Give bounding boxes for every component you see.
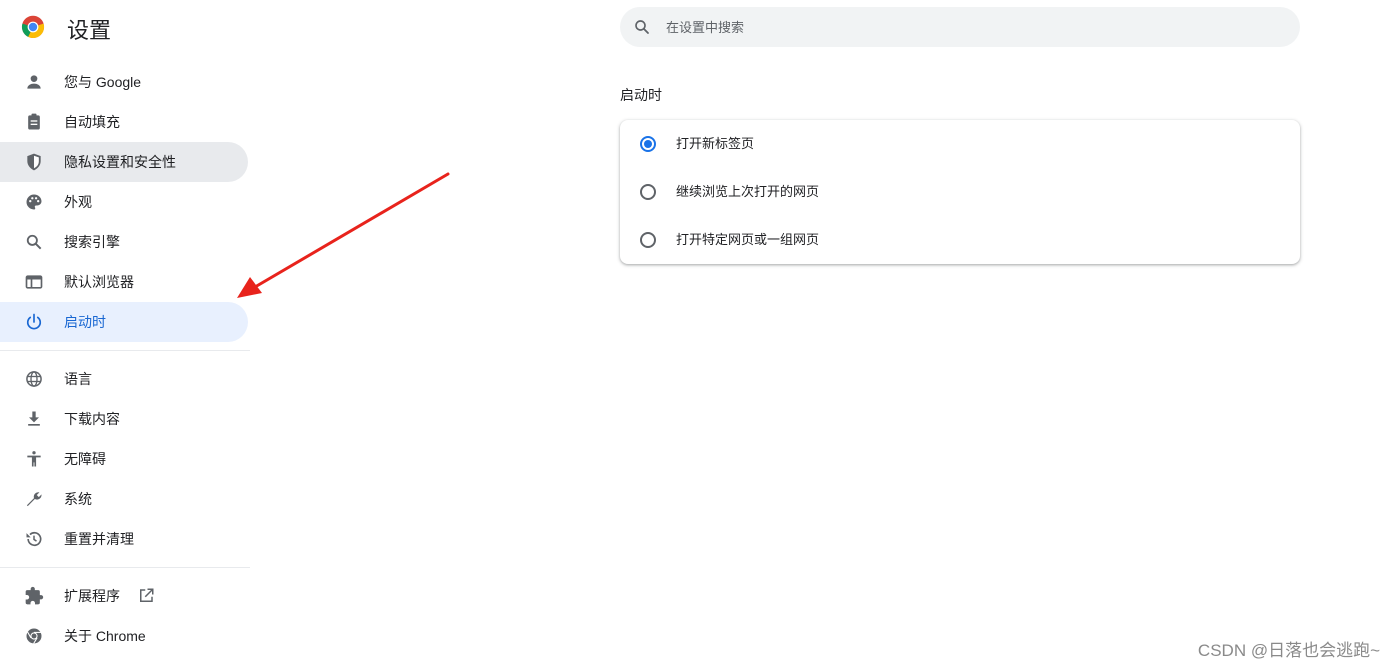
sidebar-item-languages[interactable]: 语言 bbox=[0, 359, 248, 399]
browser-icon bbox=[25, 275, 43, 289]
nav-divider bbox=[0, 567, 250, 568]
option-label: 继续浏览上次打开的网页 bbox=[676, 184, 820, 199]
sidebar-nav: 您与 Google 自动填充 隐私设置和安全性 外观 搜索引擎 默认浏览器 启动… bbox=[0, 62, 250, 656]
search-input[interactable] bbox=[666, 7, 1266, 47]
sidebar-item-label: 启动时 bbox=[64, 314, 106, 330]
watermark-text: CSDN @日落也会逃跑~ bbox=[1197, 641, 1380, 660]
sidebar-item-downloads[interactable]: 下载内容 bbox=[0, 399, 248, 439]
wrench-icon bbox=[26, 492, 42, 507]
startup-option-new-tab[interactable]: 打开新标签页 bbox=[620, 120, 1300, 168]
startup-option-specific-pages[interactable]: 打开特定网页或一组网页 bbox=[620, 216, 1300, 264]
open-external-icon bbox=[140, 588, 154, 602]
sidebar-item-accessibility[interactable]: 无障碍 bbox=[0, 439, 248, 479]
option-label: 打开新标签页 bbox=[676, 136, 755, 151]
search-icon bbox=[635, 20, 649, 34]
radio-button[interactable] bbox=[640, 232, 656, 248]
sidebar-item-label: 隐私设置和安全性 bbox=[64, 154, 176, 170]
page-title: 设置 bbox=[67, 18, 112, 43]
sidebar-item-label: 外观 bbox=[64, 194, 92, 210]
history-icon bbox=[26, 531, 42, 547]
sidebar-item-about-chrome[interactable]: 关于 Chrome bbox=[0, 616, 248, 656]
chrome-logo-icon bbox=[21, 15, 45, 39]
person-icon bbox=[27, 75, 41, 89]
settings-search-bar[interactable] bbox=[620, 7, 1300, 47]
startup-option-continue[interactable]: 继续浏览上次打开的网页 bbox=[620, 168, 1300, 216]
sidebar-item-label: 扩展程序 bbox=[64, 588, 120, 604]
sidebar-item-system[interactable]: 系统 bbox=[0, 479, 248, 519]
sidebar-item-label: 您与 Google bbox=[64, 74, 142, 90]
sidebar-item-label: 下载内容 bbox=[64, 411, 120, 427]
sidebar-item-label: 系统 bbox=[64, 491, 92, 507]
radio-button[interactable] bbox=[640, 184, 656, 200]
startup-options-card: 打开新标签页 继续浏览上次打开的网页 打开特定网页或一组网页 bbox=[620, 120, 1300, 264]
shield-icon bbox=[27, 153, 41, 171]
sidebar-item-default-browser[interactable]: 默认浏览器 bbox=[0, 262, 248, 302]
sidebar-item-extensions[interactable]: 扩展程序 bbox=[0, 576, 248, 616]
sidebar-item-label: 重置并清理 bbox=[64, 531, 134, 547]
option-label: 打开特定网页或一组网页 bbox=[676, 232, 820, 247]
section-title: 启动时 bbox=[620, 87, 662, 103]
sidebar-item-label: 关于 Chrome bbox=[64, 628, 146, 644]
chrome-icon bbox=[26, 628, 42, 644]
sidebar-item-label: 默认浏览器 bbox=[64, 274, 134, 290]
sidebar-item-on-startup[interactable]: 启动时 bbox=[0, 302, 248, 342]
sidebar-item-label: 自动填充 bbox=[64, 114, 120, 130]
sidebar-item-label: 无障碍 bbox=[64, 451, 106, 467]
sidebar-item-privacy-security[interactable]: 隐私设置和安全性 bbox=[0, 142, 248, 182]
globe-icon bbox=[26, 371, 42, 387]
power-icon bbox=[26, 313, 42, 330]
sidebar-item-autofill[interactable]: 自动填充 bbox=[0, 102, 248, 142]
puzzle-icon bbox=[25, 586, 44, 605]
sidebar-item-reset-cleanup[interactable]: 重置并清理 bbox=[0, 519, 248, 559]
palette-icon bbox=[26, 194, 42, 210]
sidebar-item-you-and-google[interactable]: 您与 Google bbox=[0, 62, 248, 102]
search-icon bbox=[26, 234, 42, 250]
sidebar-item-appearance[interactable]: 外观 bbox=[0, 182, 248, 222]
download-icon bbox=[28, 411, 40, 426]
accessibility-icon bbox=[27, 451, 41, 467]
sidebar-item-label: 语言 bbox=[64, 371, 92, 387]
sidebar-item-search-engine[interactable]: 搜索引擎 bbox=[0, 222, 248, 262]
radio-button[interactable] bbox=[640, 136, 656, 152]
clipboard-icon bbox=[28, 113, 40, 130]
nav-divider bbox=[0, 350, 250, 351]
sidebar-item-label: 搜索引擎 bbox=[64, 234, 120, 250]
